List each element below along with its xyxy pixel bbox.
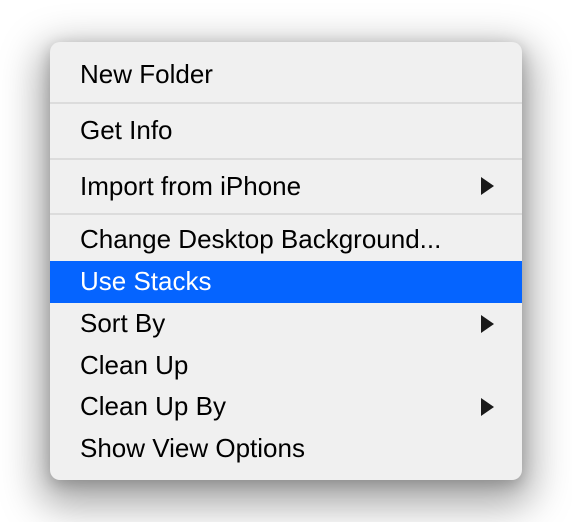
context-menu: New Folder Get Info Import from iPhone C…	[50, 42, 522, 480]
submenu-arrow-icon	[481, 315, 494, 333]
menu-item-change-desktop-background[interactable]: Change Desktop Background...	[50, 215, 522, 261]
menu-item-clean-up-by[interactable]: Clean Up By	[50, 386, 522, 428]
menu-item-get-info[interactable]: Get Info	[50, 104, 522, 158]
menu-item-label: Clean Up By	[80, 390, 226, 424]
submenu-arrow-icon	[481, 398, 494, 416]
menu-item-sort-by[interactable]: Sort By	[50, 303, 522, 345]
menu-item-label: Get Info	[80, 114, 173, 148]
menu-item-import-from-iphone[interactable]: Import from iPhone	[50, 160, 522, 214]
menu-item-label: Import from iPhone	[80, 170, 301, 204]
menu-item-clean-up[interactable]: Clean Up	[50, 345, 522, 387]
menu-item-use-stacks[interactable]: Use Stacks	[50, 261, 522, 303]
menu-item-label: New Folder	[80, 58, 213, 92]
menu-item-label: Clean Up	[80, 349, 188, 383]
menu-item-label: Show View Options	[80, 432, 305, 466]
menu-item-show-view-options[interactable]: Show View Options	[50, 428, 522, 474]
menu-item-new-folder[interactable]: New Folder	[50, 48, 522, 102]
menu-item-label: Sort By	[80, 307, 165, 341]
menu-item-label: Use Stacks	[80, 265, 212, 299]
submenu-arrow-icon	[481, 177, 494, 195]
menu-item-label: Change Desktop Background...	[80, 223, 441, 257]
